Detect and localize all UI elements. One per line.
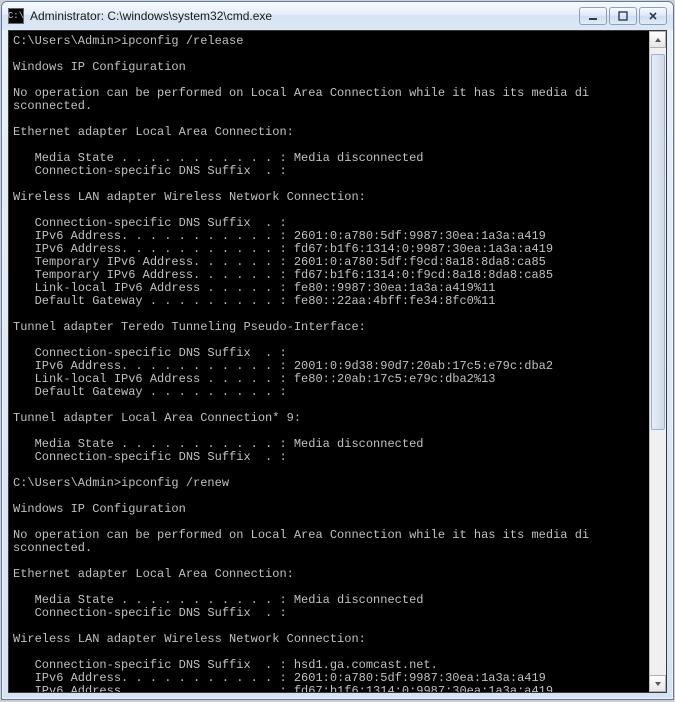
cmd-window: C:\ Administrator: C:\windows\system32\c… [1, 1, 674, 700]
terminal-line: Windows IP Configuration [13, 61, 649, 74]
terminal-output[interactable]: C:\Users\Admin>ipconfig /release Windows … [9, 31, 649, 692]
terminal-line: Tunnel adapter Teredo Tunneling Pseudo-I… [13, 321, 649, 334]
terminal-line: Default Gateway . . . . . . . . . : [13, 386, 649, 399]
terminal-line: No operation can be performed on Local A… [13, 529, 649, 542]
terminal-line: Connection-specific DNS Suffix . : [13, 607, 649, 620]
scroll-down-button[interactable] [650, 675, 666, 692]
scroll-up-button[interactable] [650, 31, 666, 48]
terminal-line: No operation can be performed on Local A… [13, 87, 649, 100]
window-title: Administrator: C:\windows\system32\cmd.e… [30, 9, 579, 23]
cmd-icon: C:\ [8, 8, 24, 24]
minimize-button[interactable] [579, 7, 607, 25]
terminal-line: C:\Users\Admin>ipconfig /renew [13, 477, 649, 490]
vertical-scrollbar[interactable] [649, 31, 666, 692]
scroll-track[interactable] [650, 48, 666, 675]
maximize-button[interactable] [609, 7, 637, 25]
terminal-line: Wireless LAN adapter Wireless Network Co… [13, 191, 649, 204]
terminal-line: Connection-specific DNS Suffix . : [13, 451, 649, 464]
terminal-line: Default Gateway . . . . . . . . . : fe80… [13, 295, 649, 308]
terminal-line: Connection-specific DNS Suffix . : [13, 165, 649, 178]
terminal-line: IPv6 Address. . . . . . . . . . . : fd67… [13, 685, 649, 693]
scroll-thumb[interactable] [651, 54, 665, 430]
terminal-line: Tunnel adapter Local Area Connection* 9: [13, 412, 649, 425]
client-area: C:\Users\Admin>ipconfig /release Windows … [8, 30, 667, 693]
terminal-line: Windows IP Configuration [13, 503, 649, 516]
window-controls [579, 7, 667, 25]
terminal-line: sconnected. [13, 542, 649, 555]
terminal-line: Ethernet adapter Local Area Connection: [13, 568, 649, 581]
terminal-line: C:\Users\Admin>ipconfig /release [13, 35, 649, 48]
close-button[interactable] [639, 7, 667, 25]
terminal-line: sconnected. [13, 100, 649, 113]
titlebar[interactable]: C:\ Administrator: C:\windows\system32\c… [2, 2, 673, 30]
terminal-line: Ethernet adapter Local Area Connection: [13, 126, 649, 139]
terminal-line: Wireless LAN adapter Wireless Network Co… [13, 633, 649, 646]
